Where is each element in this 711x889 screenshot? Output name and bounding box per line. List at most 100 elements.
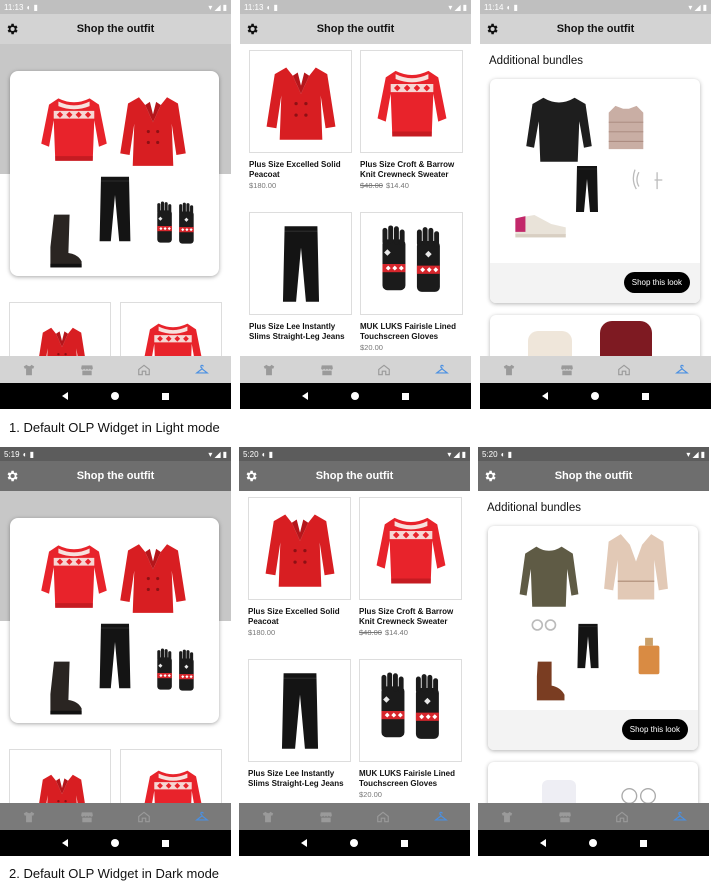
home-icon[interactable] <box>615 810 629 824</box>
product-card[interactable]: Plus Size Croft & Barrow Knit Crewneck S… <box>360 50 463 190</box>
battery-icon: ▮ <box>462 2 467 12</box>
system-nav-bar <box>240 383 471 409</box>
hanger-icon[interactable] <box>435 363 450 377</box>
status-time: 11:13 <box>4 2 24 12</box>
hanger-icon[interactable] <box>434 810 449 824</box>
shirt-icon[interactable] <box>500 810 514 824</box>
store-icon[interactable] <box>80 810 94 824</box>
recents-icon[interactable] <box>162 392 170 400</box>
product-card[interactable]: Plus Size Lee Instantly Slims Straight-L… <box>248 659 351 790</box>
hanger-icon[interactable] <box>673 810 688 824</box>
shop-this-look-button[interactable]: Shop this look <box>623 272 690 293</box>
shirt-icon[interactable] <box>22 363 36 377</box>
home-icon[interactable] <box>137 363 151 377</box>
shirt-icon[interactable] <box>22 810 36 824</box>
product-thumbnail[interactable] <box>9 302 111 356</box>
home-button-icon[interactable] <box>349 839 358 847</box>
product-thumbnail[interactable] <box>120 302 222 356</box>
product-thumbnail[interactable] <box>120 749 222 803</box>
battery-icon: ▮ <box>222 2 227 12</box>
recents-icon[interactable] <box>402 392 410 400</box>
store-icon[interactable] <box>560 363 574 377</box>
product-card[interactable]: Plus Size Lee Instantly Slims Straight-L… <box>249 212 352 343</box>
status-time: 11:13 <box>244 2 264 12</box>
coat-image <box>32 313 92 356</box>
product-thumbnail[interactable] <box>9 749 111 803</box>
back-icon[interactable] <box>300 839 307 847</box>
home-icon[interactable] <box>617 363 631 377</box>
shirt-icon[interactable] <box>261 810 275 824</box>
gear-icon[interactable] <box>485 22 499 36</box>
status-bar: 5:19 ◐ ▮ ▾ ◢ ▮ <box>0 447 231 461</box>
system-nav-bar <box>480 383 711 409</box>
home-button-icon[interactable] <box>110 839 119 847</box>
back-icon[interactable] <box>301 392 308 400</box>
app-bar: Shop the outfit <box>239 461 470 491</box>
product-card[interactable]: Plus Size Excelled Solid Peacoat $180.00 <box>248 497 351 637</box>
product-name: Plus Size Croft & Barrow Knit Crewneck S… <box>359 607 454 626</box>
back-icon[interactable] <box>61 839 68 847</box>
bundle-card[interactable]: Shop this look <box>488 526 698 750</box>
status-bar: 5:20 ◐ ▮ ▾ ◢ ▮ <box>478 447 709 461</box>
shirt-icon[interactable] <box>502 363 516 377</box>
recents-icon[interactable] <box>401 839 409 847</box>
product-card[interactable]: MUK LUKS Fairisle Lined Touchscreen Glov… <box>360 212 463 352</box>
store-icon[interactable] <box>558 810 572 824</box>
back-icon[interactable] <box>539 839 546 847</box>
sweater-image <box>371 59 453 150</box>
bottom-nav <box>478 803 709 830</box>
product-image <box>360 50 463 153</box>
home-button-icon[interactable] <box>110 392 119 400</box>
hanger-icon[interactable] <box>195 810 210 824</box>
store-icon[interactable] <box>319 810 333 824</box>
bundle-card-footer: Shop this look <box>488 710 698 750</box>
original-price: $48.00 <box>359 628 382 637</box>
product-card[interactable]: MUK LUKS Fairisle Lined Touchscreen Glov… <box>359 659 462 799</box>
gear-icon[interactable] <box>483 469 497 483</box>
gloves-image <box>150 642 202 704</box>
hanger-icon[interactable] <box>195 363 210 377</box>
bundle-card[interactable] <box>488 762 698 803</box>
bottom-nav <box>0 803 231 830</box>
wifi-icon: ▾ <box>688 2 693 12</box>
signal-icon: ◢ <box>453 449 460 459</box>
back-icon[interactable] <box>61 392 68 400</box>
home-icon[interactable] <box>376 810 390 824</box>
bundle-card[interactable] <box>490 315 700 356</box>
product-name: Plus Size Excelled Solid Peacoat <box>249 160 341 179</box>
back-icon[interactable] <box>541 392 548 400</box>
product-card[interactable]: Plus Size Croft & Barrow Knit Crewneck S… <box>359 497 462 637</box>
home-icon[interactable] <box>137 810 151 824</box>
shop-this-look-button[interactable]: Shop this look <box>621 719 688 740</box>
home-button-icon[interactable] <box>590 392 599 400</box>
recents-icon[interactable] <box>162 839 170 847</box>
screen-content: Plus Size Excelled Solid Peacoat $180.00 … <box>240 44 471 356</box>
hanger-icon[interactable] <box>675 363 690 377</box>
store-icon[interactable] <box>80 363 94 377</box>
system-nav-bar <box>0 383 231 409</box>
current-price: $14.40 <box>385 181 409 190</box>
product-card[interactable]: Plus Size Excelled Solid Peacoat $180.00 <box>249 50 352 190</box>
shirt-icon[interactable] <box>262 363 276 377</box>
phone-light-bundles: 11:14 ◐ ▮ ▾ ◢ ▮ Shop the outfit Additiona… <box>480 0 711 409</box>
bundle-card[interactable]: Shop this look <box>490 79 700 303</box>
gear-icon[interactable] <box>5 22 19 36</box>
store-icon[interactable] <box>320 363 334 377</box>
home-button-icon[interactable] <box>588 839 597 847</box>
gear-icon[interactable] <box>244 469 258 483</box>
outfit-card[interactable] <box>10 71 219 276</box>
gear-icon[interactable] <box>5 469 19 483</box>
current-price: $180.00 <box>249 181 277 190</box>
product-name: Plus Size Lee Instantly Slims Straight-L… <box>249 322 345 341</box>
home-button-icon[interactable] <box>350 392 359 400</box>
recents-icon[interactable] <box>642 392 650 400</box>
recents-icon[interactable] <box>640 839 648 847</box>
gear-icon[interactable] <box>245 22 259 36</box>
bottom-nav <box>480 356 711 383</box>
outfit-card[interactable] <box>10 518 219 723</box>
product-price: $180.00 <box>248 628 351 637</box>
home-icon[interactable] <box>377 363 391 377</box>
app-bar: Shop the outfit <box>0 461 231 491</box>
jeans-image <box>562 129 612 254</box>
status-bar: 5:20 ◐ ▮ ▾ ◢ ▮ <box>239 447 470 461</box>
